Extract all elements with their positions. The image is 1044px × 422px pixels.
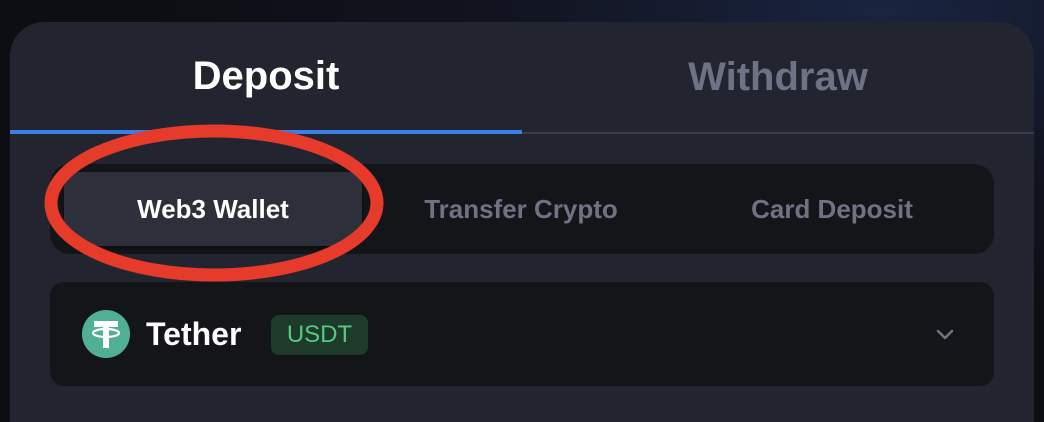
coin-select-dropdown[interactable]: Tether USDT (50, 282, 994, 386)
deposit-method-selector: Web3 Wallet Transfer Crypto Card Deposit (50, 164, 994, 254)
method-web3-wallet[interactable]: Web3 Wallet (64, 172, 362, 246)
deposit-withdraw-panel: Deposit Withdraw Web3 Wallet Transfer Cr… (10, 22, 1034, 422)
tab-withdraw[interactable]: Withdraw (522, 22, 1034, 134)
method-transfer-crypto[interactable]: Transfer Crypto (366, 172, 676, 246)
tether-icon (82, 310, 130, 358)
coin-name: Tether (146, 316, 242, 352)
coin-symbol-badge: USDT (271, 315, 368, 355)
chevron-down-icon (936, 329, 954, 340)
tab-deposit[interactable]: Deposit (10, 22, 522, 134)
method-card-deposit[interactable]: Card Deposit (682, 172, 982, 246)
tab-bar: Deposit Withdraw (10, 22, 1034, 134)
